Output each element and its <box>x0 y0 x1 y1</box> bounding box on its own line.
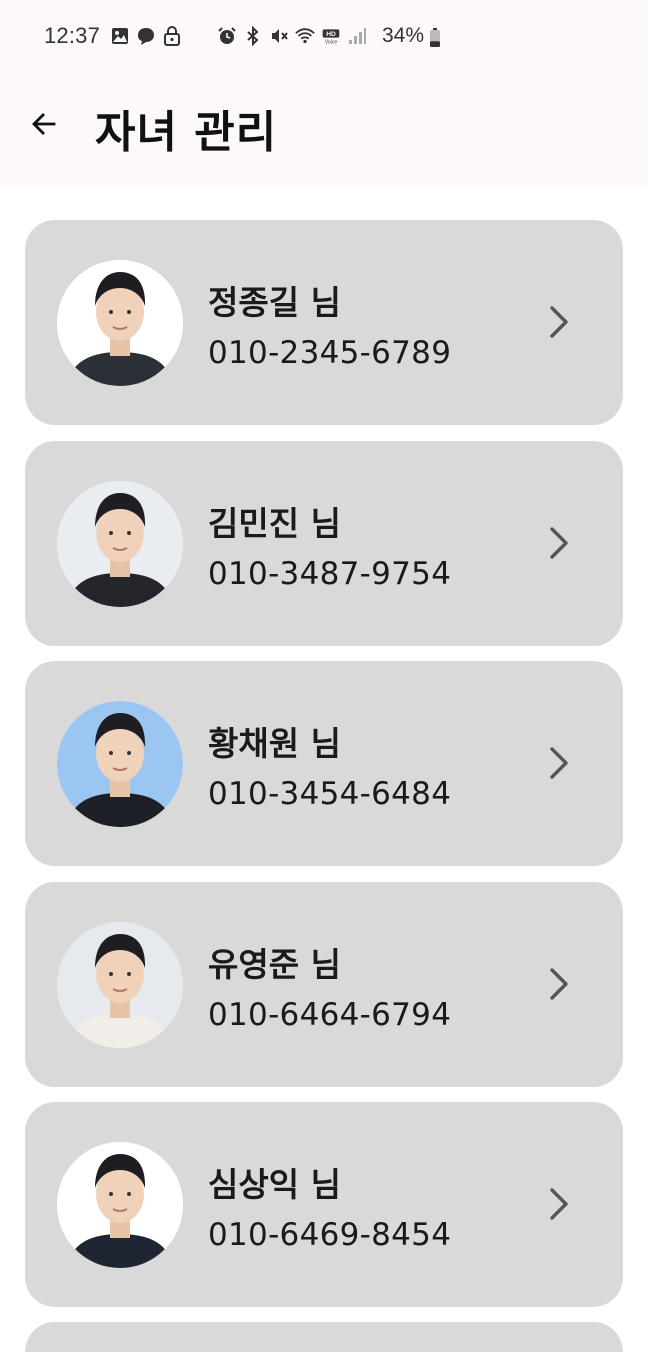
child-avatar <box>57 480 183 607</box>
battery-icon <box>429 28 441 48</box>
children-list: 정종길 님 010-2345-6789 김민진 님 010-3487-9754 황채원 … <box>25 220 623 1323</box>
child-name: 황채원 님 <box>208 724 341 763</box>
back-button[interactable] <box>22 102 66 146</box>
child-avatar <box>57 1142 183 1268</box>
child-phone: 010-3454-6484 <box>208 776 452 812</box>
child-phone: 010-6469-8454 <box>208 1217 452 1253</box>
hd-voice-icon: HD Voice <box>321 26 341 46</box>
alarm-icon <box>217 26 237 46</box>
notification-icons <box>110 26 182 46</box>
child-name: 심상익 님 <box>208 1165 341 1204</box>
arrow-left-icon <box>32 113 56 135</box>
child-name: 김민진 님 <box>208 503 341 543</box>
child-avatar <box>57 701 183 827</box>
child-card[interactable]: 황채원 님 010-3454-6484 <box>25 661 623 866</box>
child-name: 유영준 님 <box>208 944 341 984</box>
lock-icon <box>162 26 182 46</box>
gallery-icon <box>110 26 130 46</box>
svg-text:HD: HD <box>326 31 336 38</box>
chevron-right-icon <box>543 743 575 783</box>
mute-icon <box>269 26 289 46</box>
chevron-right-icon <box>543 1184 575 1224</box>
chevron-right-icon <box>543 964 575 1004</box>
system-icons: HD Voice <box>217 26 367 46</box>
chevron-right-icon <box>543 523 575 563</box>
wifi-icon <box>295 26 315 46</box>
app-bar: 자녀 관리 <box>0 76 648 188</box>
child-card[interactable]: 심상익 님 010-6469-8454 <box>25 1102 623 1307</box>
status-time: 12:37 <box>44 23 101 48</box>
child-card[interactable]: 정종길 님 010-2345-6789 <box>25 220 623 425</box>
chat-bubble-icon <box>136 26 156 46</box>
child-name: 정종길 님 <box>208 283 341 322</box>
signal-icon <box>347 26 367 46</box>
bluetooth-icon <box>243 26 263 46</box>
chevron-right-icon <box>543 302 575 342</box>
battery-percent: 34% <box>382 24 425 47</box>
child-phone: 010-2345-6789 <box>208 335 452 371</box>
child-avatar <box>57 260 183 386</box>
status-bar: 12:37 HD Voice 34% <box>0 0 648 76</box>
child-avatar <box>57 921 183 1048</box>
child-phone: 010-3487-9754 <box>208 555 452 592</box>
child-phone: 010-6464-6794 <box>208 996 452 1033</box>
child-card[interactable]: 유영준 님 010-6464-6794 <box>25 881 623 1087</box>
child-card[interactable]: 김민진 님 010-3487-9754 <box>25 440 623 646</box>
svg-text:Voice: Voice <box>325 40 337 46</box>
child-card-partial[interactable] <box>25 1322 623 1352</box>
page-title: 자녀 관리 <box>95 107 278 158</box>
